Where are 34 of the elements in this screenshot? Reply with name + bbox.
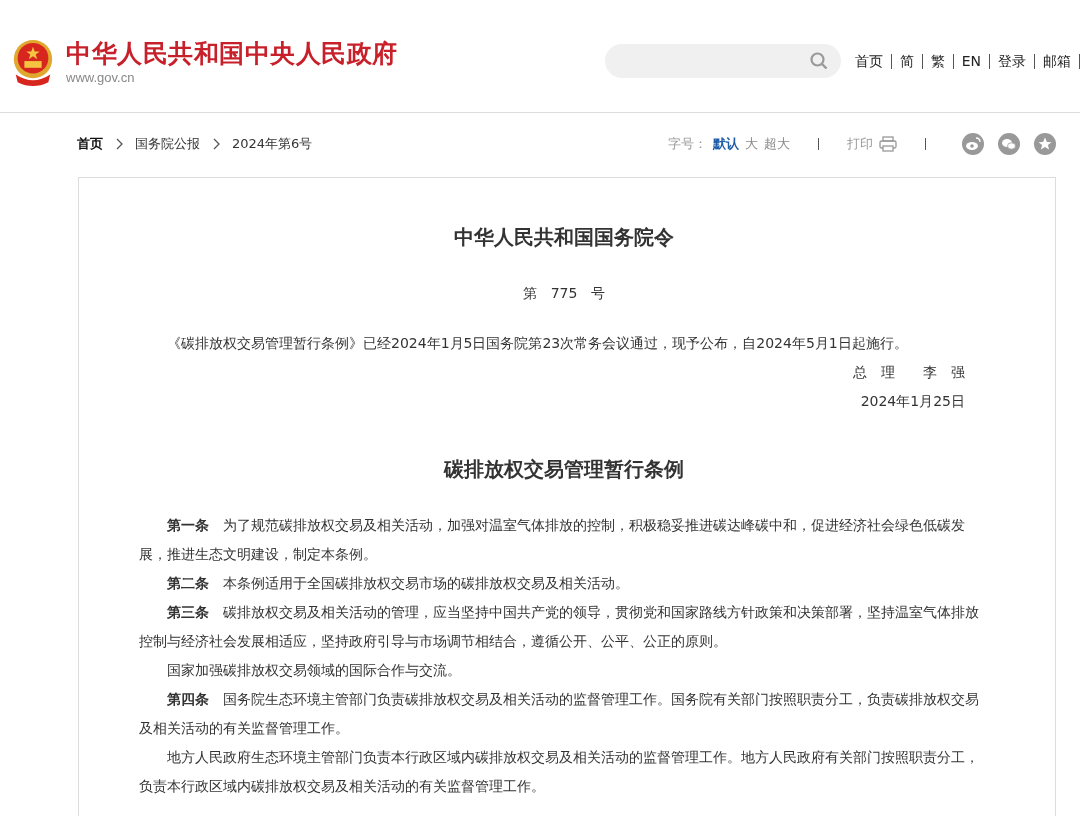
search-icon[interactable] xyxy=(808,51,829,71)
order-number: 第 775 号 xyxy=(521,285,607,303)
chevron-icon xyxy=(115,138,123,150)
date-text: 2024年1月25日 xyxy=(859,392,965,411)
nav-link[interactable]: 邮箱 xyxy=(1035,53,1080,69)
breadcrumb-link[interactable]: 2024年第6号 xyxy=(232,135,313,153)
nav-link[interactable]: EN xyxy=(953,53,990,69)
article-paragraph: 国家加强碳排放权交易领域的国际合作与交流。 xyxy=(166,661,462,680)
nav-link[interactable]: 登录 xyxy=(990,53,1035,69)
font-size-option[interactable]: 超大 xyxy=(764,135,790,153)
font-size-label: 字号： xyxy=(668,135,707,153)
nav-link[interactable]: 首页 xyxy=(854,53,892,69)
breadcrumb-link[interactable]: 国务院公报 xyxy=(135,135,200,153)
article-paragraph: 第三条 碳排放权交易及相关活动的管理，应当坚持中国共产党的领导，贯彻党和国家路线方针政策和决策部署，坚持温室气体排放控制与经济社会发展相适应，坚持政府引导与市场调节相结合，遵循公开、公平、公正的原则。 xyxy=(139,603,980,651)
article-paragraph: 地方人民政府生态环境主管部门负责本行政区域内碳排放权交易及相关活动的监督管理工作。地方人民政府有关部门按照职责分工，负责本行政区域内碳排放权交易及相关活动的有关监督管理工作。 xyxy=(139,748,980,796)
site-title[interactable]: 中华人民共和国中央人民政府 xyxy=(66,38,398,70)
search-field[interactable] xyxy=(604,44,841,78)
font-size-option[interactable]: 大 xyxy=(745,135,758,153)
signer-text: 总 理 李 强 xyxy=(852,363,965,382)
chat-icon[interactable] xyxy=(998,133,1020,155)
announcement-text: 《碳排放权交易管理暂行条例》已经2024年1月5日国务院第23次常务会议通过，现予公布，自2024年5月1日起施行。 xyxy=(166,334,909,353)
regulation-title: 碳排放权交易管理暂行条例 xyxy=(442,456,685,483)
chevron-icon xyxy=(212,138,220,150)
font-size-option[interactable]: 默认 xyxy=(713,135,739,153)
article-paragraph: 第二条 本条例适用于全国碳排放权交易市场的碳排放权交易及相关活动。 xyxy=(166,574,630,593)
share-icon[interactable] xyxy=(962,133,984,155)
breadcrumb-link[interactable]: 首页 xyxy=(77,135,103,153)
article-paragraph: 第一条 为了规范碳排放权交易及相关活动，加强对温室气体排放的控制，积极稳妥推进碳达峰碳中和，促进经济社会绿色低碳发展，推进生态文明建设，制定本条例。 xyxy=(139,516,966,564)
nav-link[interactable]: 繁 xyxy=(922,53,954,69)
order-title: 中华人民共和国国务院令 xyxy=(453,224,675,251)
article-paragraph: 第四条 国务院生态环境主管部门负责碳排放权交易及相关活动的监督管理工作。国务院有关部门按照职责分工，负责碳排放权交易及相关活动的有关监督管理工作。 xyxy=(139,690,980,738)
site-url: www.gov.cn xyxy=(66,70,136,85)
printer-icon[interactable] xyxy=(879,136,897,152)
nav-link[interactable]: 简 xyxy=(891,53,923,69)
